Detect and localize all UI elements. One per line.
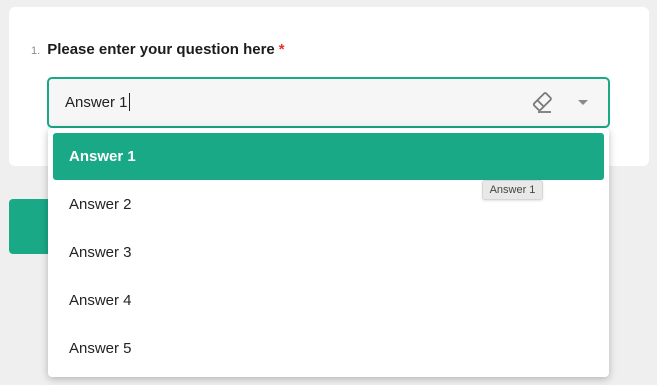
dropdown-option-answer-5[interactable]: Answer 5 <box>53 325 604 372</box>
eraser-icon[interactable] <box>529 90 555 116</box>
triangle-down-icon[interactable] <box>576 96 590 110</box>
option-label: Answer 5 <box>69 340 132 357</box>
text-cursor <box>128 93 130 111</box>
dropdown-option-answer-3[interactable]: Answer 3 <box>53 229 604 276</box>
answer-dropdown-list: Answer 1 Answer 2 Answer 3 Answer 4 Answ… <box>48 128 609 377</box>
option-label: Answer 3 <box>69 244 132 261</box>
combobox-input[interactable]: Answer 1 <box>65 93 130 111</box>
dropdown-option-answer-4[interactable]: Answer 4 <box>53 277 604 324</box>
question-header: 1. Please enter your question here * <box>31 41 285 58</box>
question-number: 1. <box>31 45 41 57</box>
required-asterisk: * <box>278 41 285 58</box>
question-title: Please enter your question here <box>47 41 275 58</box>
dropdown-option-answer-1[interactable]: Answer 1 <box>53 133 604 180</box>
option-tooltip: Answer 1 <box>482 180 543 200</box>
option-label: Answer 2 <box>69 196 132 213</box>
option-label: Answer 1 <box>69 148 136 165</box>
option-label: Answer 4 <box>69 292 132 309</box>
combobox-value: Answer 1 <box>65 93 128 111</box>
answer-combobox[interactable]: Answer 1 <box>47 77 610 128</box>
